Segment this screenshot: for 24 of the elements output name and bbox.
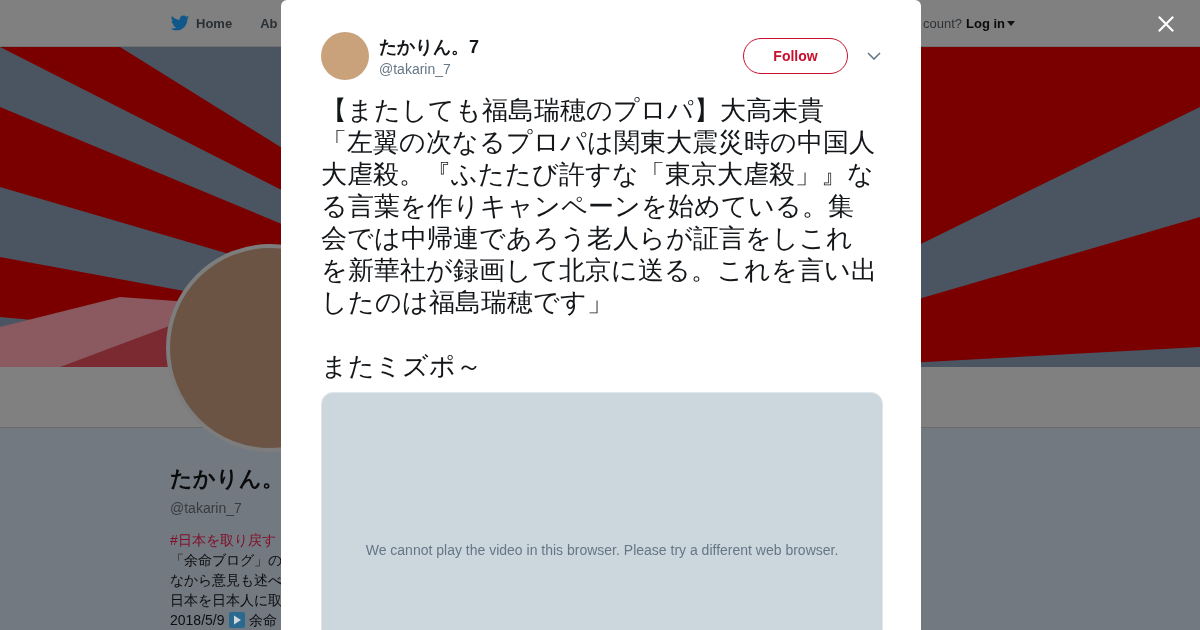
nav-link[interactable]: Home [170, 14, 233, 32]
bio-text: 「余命ブログ」の [170, 551, 283, 570]
account-prompt: count? [922, 15, 962, 31]
bio-text: 余命 [248, 611, 277, 630]
play-icon [228, 612, 245, 628]
tweet-text: 「左翼の次なるプロパは関東大震災時の中国人大虐殺。『ふたたび許すな「東京大虐殺」』なる言葉を作りキャンペーンを始めている。集会では中帰連であろう老人らが証言をしこれを新華社が録画して北京に送る。これを言い出したのは福島瑞穂です」 [321, 126, 877, 318]
close-icon[interactable] [1157, 15, 1175, 33]
video-message: We cannot play the video in this browser. Please try a different web browser. [365, 542, 839, 558]
chevron-icon[interactable] [867, 52, 881, 60]
bio-date: 2018/5/9 [170, 611, 225, 630]
hashtag-link[interactable]: #日本を取り戻す [170, 530, 284, 550]
profile-handle: @takarin_7 [170, 500, 243, 516]
follow-button[interactable]: Follow [743, 38, 848, 74]
bio-text: 日本を日本人に取 [170, 591, 283, 610]
tweet-text: 【またしても福島瑞穂のプロパ】大高未貴 [321, 94, 825, 126]
tweet-text: またミズポ～ [321, 350, 483, 382]
author-name: たかりん。7 [379, 36, 480, 59]
author-handle: @takarin_7 [379, 61, 452, 77]
bird-icon [170, 14, 190, 32]
caret-icon [1007, 20, 1015, 26]
nav-link[interactable]: Ab [260, 15, 278, 31]
login-link[interactable]: Log in [966, 15, 1015, 31]
profile-name: たかりん。 [170, 465, 284, 493]
avatar [321, 32, 369, 80]
